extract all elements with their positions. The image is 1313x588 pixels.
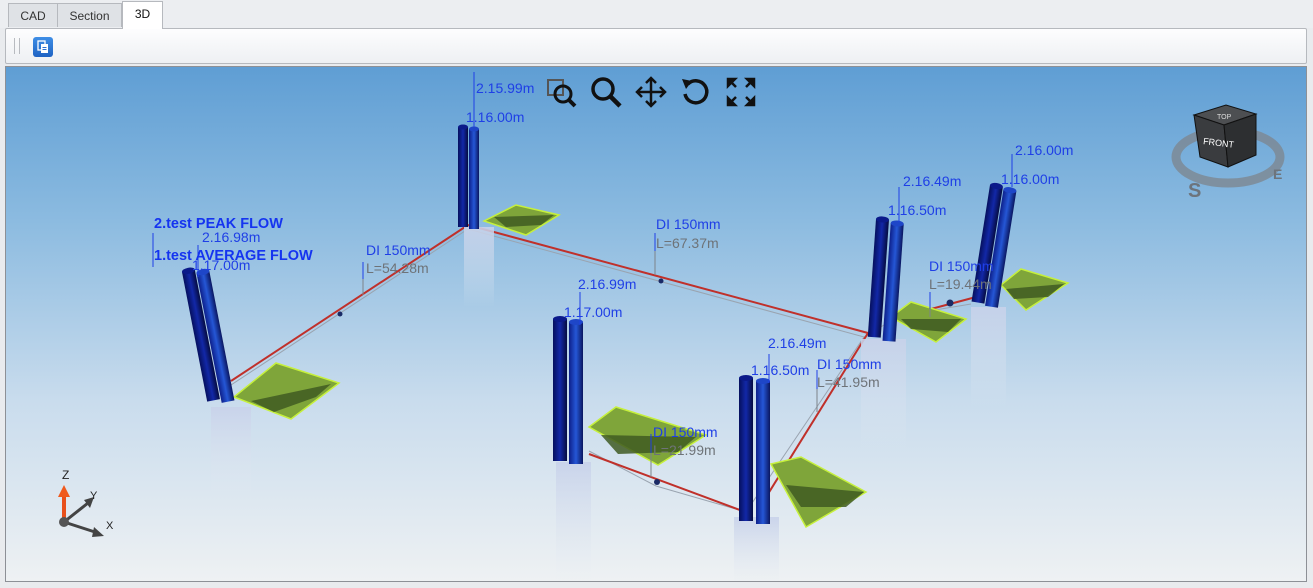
compass-e: E (1273, 166, 1282, 182)
toolbar-grip[interactable] (14, 38, 20, 54)
node-3-level2: 2.16.99m (578, 276, 637, 292)
pipe-1-length: L=54.28m (366, 260, 429, 276)
pan-button[interactable] (634, 75, 668, 109)
compass-s: S (1188, 180, 1201, 202)
pipe-2-diameter: DI 150mm (656, 216, 721, 232)
copy-button[interactable] (33, 37, 53, 57)
zoom-window-button[interactable] (544, 75, 578, 109)
move-arrows-icon (635, 76, 667, 108)
node-5-level2: 2.16.49m (903, 173, 962, 189)
magnifier-icon (591, 77, 622, 108)
node-1-level1: 1.17.00m (192, 257, 251, 273)
zoom-window-icon (547, 79, 577, 108)
view-cube[interactable]: FRONT TOP S E (1171, 104, 1285, 202)
right-border (1307, 66, 1313, 582)
node-6-level1: 1.16.00m (1001, 171, 1060, 187)
axis-x: X (106, 520, 114, 532)
node-4-level2: 2.16.49m (768, 335, 827, 351)
scene-canvas: FRONT TOP S E Z Y X (58, 72, 1285, 581)
pads (232, 204, 1070, 529)
node-3-level1: 1.17.00m (564, 304, 623, 320)
pipe-5[interactable] (588, 453, 749, 514)
axis-z: Z (62, 468, 69, 482)
zoom-button[interactable] (589, 75, 623, 109)
tab-cad[interactable]: CAD (8, 3, 58, 27)
view-cube-top: TOP (1217, 114, 1232, 121)
copy-document-icon (37, 40, 48, 53)
pipe-2-length: L=67.37m (656, 235, 719, 251)
axis-triad: Z Y X (58, 468, 114, 537)
node-6-level2: 2.16.00m (1015, 142, 1074, 158)
pipe-5-diameter: DI 150mm (653, 424, 718, 440)
pipe-4-length: L=41.95m (817, 374, 880, 390)
node-2-level2: 2.15.99m (476, 80, 535, 96)
node-2-level1: 1.16.00m (466, 109, 525, 125)
3d-viewport[interactable]: FRONT TOP S E Z Y X 2.test PEAK FLOW 1.t… (5, 66, 1307, 582)
pipe-3-length: L=19.44m (929, 276, 992, 292)
rotate-button[interactable] (679, 75, 713, 109)
axis-y: Y (90, 490, 98, 502)
expand-arrows-icon (726, 77, 756, 107)
manhole-columns (181, 124, 1017, 524)
pipe-5-length: L=21.99m (653, 442, 716, 458)
node-4-level1: 1.16.50m (751, 362, 810, 378)
tab-section[interactable]: Section (57, 3, 122, 27)
node-5-level1: 1.16.50m (888, 202, 947, 218)
pipe-3-diameter: DI 150mm (929, 258, 994, 274)
rotate-icon (682, 79, 709, 105)
pipe-4-diameter: DI 150mm (817, 356, 882, 372)
fit-view-button[interactable] (724, 75, 758, 109)
tab-bar: CAD Section 3D (0, 0, 1313, 29)
node-1-level2: 2.16.98m (202, 229, 261, 245)
tab-3d[interactable]: 3D (122, 1, 163, 29)
toolbar (5, 28, 1307, 64)
pipe-1-diameter: DI 150mm (366, 242, 431, 258)
